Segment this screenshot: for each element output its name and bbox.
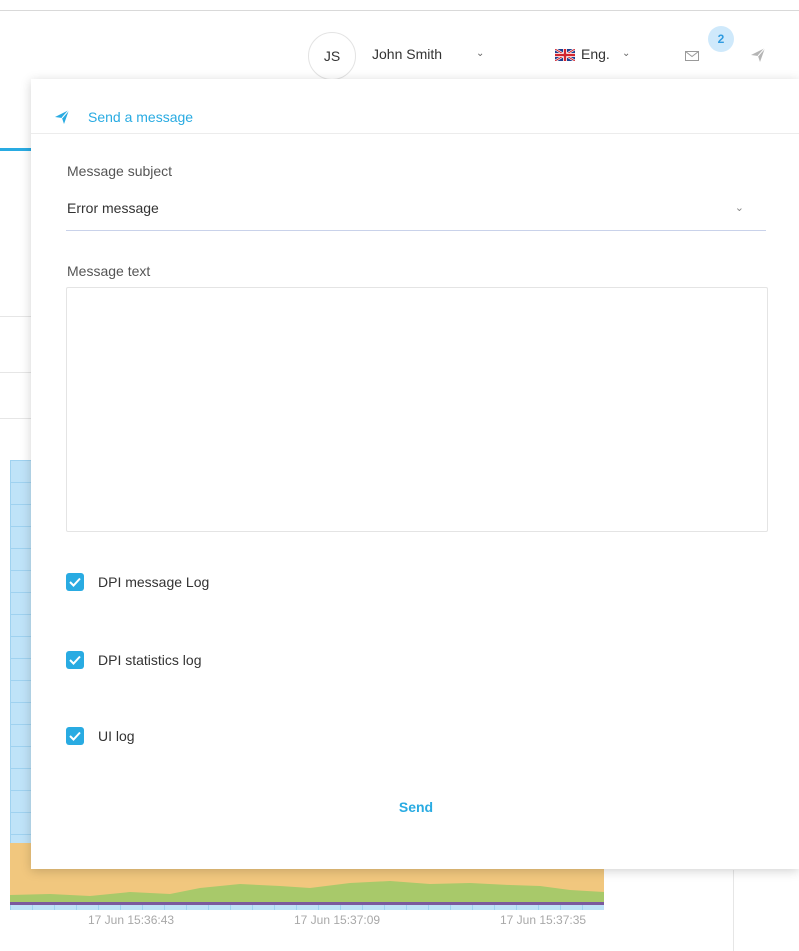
send-button[interactable]: Send xyxy=(381,797,451,817)
x-tick-label: 17 Jun 15:37:09 xyxy=(294,913,381,927)
paper-plane-icon xyxy=(55,109,70,124)
subject-value: Error message xyxy=(67,200,159,216)
checkbox-label: DPI message Log xyxy=(98,574,210,590)
checkbox-checked-icon[interactable] xyxy=(66,573,84,591)
message-text-input[interactable] xyxy=(66,287,768,532)
message-text-label: Message text xyxy=(67,263,151,279)
subject-select[interactable]: Error message ⌄ xyxy=(66,191,766,231)
x-tick-label: 17 Jun 15:37:35 xyxy=(500,913,587,927)
active-tab-indicator xyxy=(0,148,32,151)
divider xyxy=(733,870,734,951)
checkbox-dpi-message-log[interactable]: DPI message Log xyxy=(66,573,209,591)
notification-badge[interactable]: 2 xyxy=(708,26,734,52)
x-tick-label: 17 Jun 15:36:43 xyxy=(88,913,175,927)
panel-title: Send a message xyxy=(88,109,194,125)
avatar[interactable]: JS xyxy=(308,32,356,80)
send-message-panel: Send a message Message subject Error mes… xyxy=(31,79,799,869)
chevron-down-icon: ⌄ xyxy=(734,202,744,214)
divider xyxy=(0,316,32,317)
app-header: JS John Smith ⌄ Eng. ⌄ 2 xyxy=(0,26,799,80)
uk-flag-icon[interactable] xyxy=(555,49,575,61)
paper-plane-icon[interactable] xyxy=(749,46,767,64)
checkbox-ui-log[interactable]: UI log xyxy=(66,727,135,745)
checkbox-dpi-statistics-log[interactable]: DPI statistics log xyxy=(66,651,201,669)
divider xyxy=(0,372,32,373)
checkbox-label: DPI statistics log xyxy=(98,652,202,668)
language-selector[interactable]: Eng. xyxy=(581,46,610,62)
mail-icon[interactable] xyxy=(685,51,699,61)
divider xyxy=(0,418,32,419)
checkbox-label: UI log xyxy=(98,728,135,744)
chevron-down-icon[interactable]: ⌄ xyxy=(476,48,484,59)
checkbox-checked-icon[interactable] xyxy=(66,651,84,669)
top-divider xyxy=(0,10,799,11)
panel-header: Send a message xyxy=(31,79,799,134)
chevron-down-icon[interactable]: ⌄ xyxy=(622,48,630,59)
user-name[interactable]: John Smith xyxy=(372,46,442,62)
subject-label: Message subject xyxy=(67,163,173,179)
chart-baseline xyxy=(10,902,604,905)
checkbox-checked-icon[interactable] xyxy=(66,727,84,745)
